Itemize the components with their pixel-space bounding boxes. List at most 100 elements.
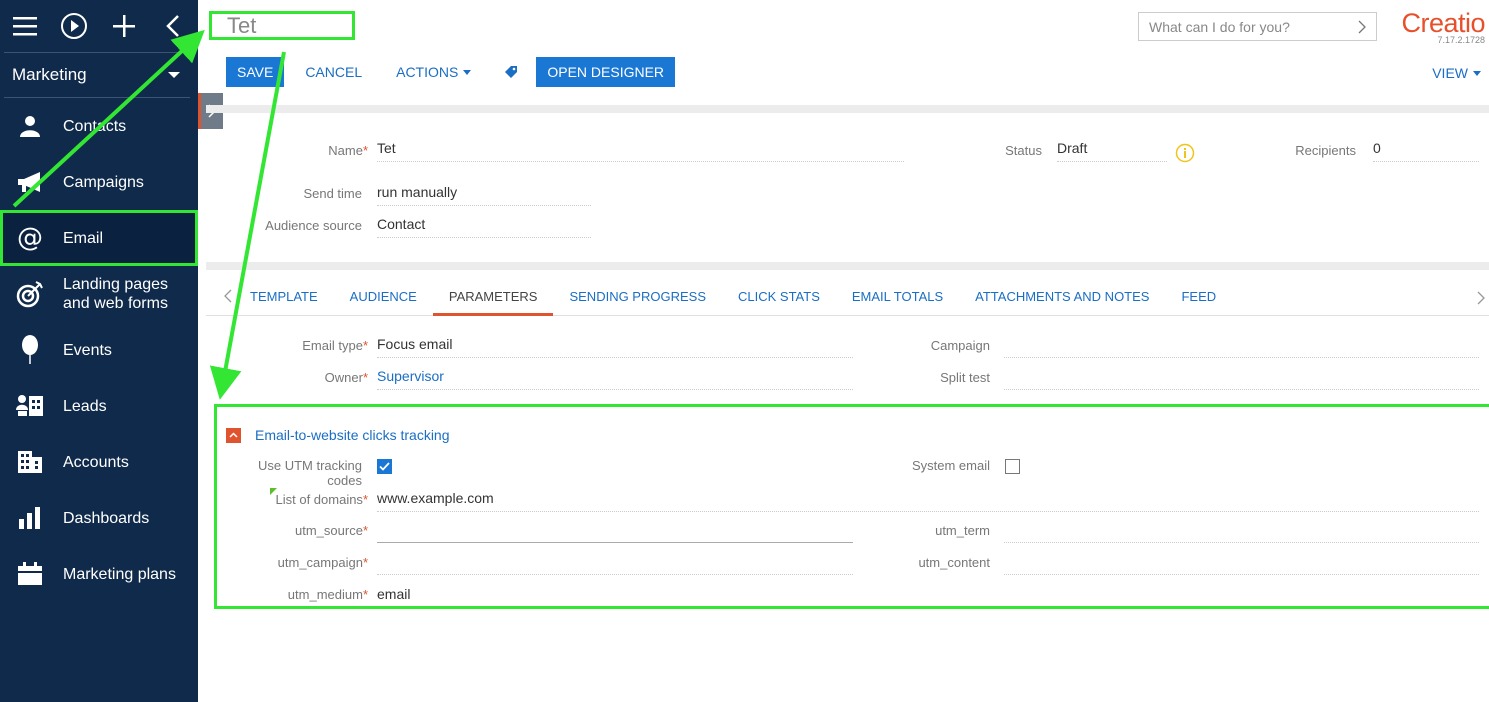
tab-audience[interactable]: AUDIENCE: [334, 282, 433, 316]
sidebar-item-label: Landing pages and web forms: [63, 276, 168, 312]
sidebar-item-landing-pages[interactable]: Landing pages and web forms: [0, 266, 198, 322]
open-designer-button[interactable]: OPEN DESIGNER: [536, 57, 676, 87]
sidebar-item-label: Marketing plans: [63, 565, 176, 583]
hamburger-menu-icon[interactable]: [0, 0, 50, 52]
at-sign-icon: @: [14, 222, 46, 254]
megaphone-icon: [14, 166, 46, 198]
info-icon[interactable]: [1175, 143, 1195, 168]
tab-email-totals[interactable]: EMAIL TOTALS: [836, 282, 959, 316]
sidebar-item-label: Accounts: [63, 453, 129, 471]
play-icon[interactable]: [50, 0, 100, 52]
name-label: Name*: [328, 143, 368, 158]
svg-text:@: @: [17, 224, 43, 252]
workspace-label: Marketing: [12, 65, 87, 84]
campaign-label: Campaign: [930, 338, 990, 353]
chevron-down-icon: [463, 69, 472, 75]
split-test-label: Split test: [940, 370, 990, 385]
utm-campaign-field[interactable]: [377, 553, 853, 575]
tabs-scroll-right-icon[interactable]: [1477, 291, 1485, 310]
sidebar-item-label: Leads: [63, 397, 107, 415]
owner-label: Owner*: [324, 370, 368, 385]
sidebar-item-campaigns[interactable]: Campaigns: [0, 154, 198, 210]
list-of-domains-field[interactable]: www.example.com: [377, 490, 1479, 512]
utm-content-field[interactable]: [1004, 553, 1479, 575]
email-type-label: Email type*: [302, 338, 368, 353]
calendar-icon: [14, 558, 46, 590]
use-utm-checkbox[interactable]: [377, 459, 392, 474]
sidebar-item-label: Email: [63, 229, 104, 247]
utm-medium-field[interactable]: email: [377, 586, 853, 608]
workspace-selector[interactable]: Marketing: [0, 53, 198, 97]
sidebar-item-label: Dashboards: [63, 509, 150, 527]
sidebar-item-accounts[interactable]: Accounts: [0, 434, 198, 490]
tab-template[interactable]: TEMPLATE: [234, 282, 334, 316]
back-chevron-icon[interactable]: [149, 0, 199, 52]
actions-button[interactable]: ACTIONS: [379, 64, 488, 80]
cancel-button[interactable]: CANCEL: [284, 64, 379, 80]
split-test-field[interactable]: [1004, 368, 1479, 390]
system-email-checkbox[interactable]: [1005, 459, 1020, 474]
tag-icon: [505, 66, 518, 78]
sidebar-item-label: Events: [63, 341, 112, 359]
chevron-down-icon: [168, 72, 180, 78]
name-field[interactable]: Tet: [377, 140, 904, 162]
tab-bar: TEMPLATE AUDIENCE PARAMETERS SENDING PRO…: [206, 282, 1489, 316]
sidebar-item-marketing-plans[interactable]: Marketing plans: [0, 546, 198, 602]
use-utm-label: Use UTM tracking codes: [257, 458, 362, 488]
utm-campaign-label: utm_campaign*: [277, 555, 368, 570]
actions-label: ACTIONS: [396, 64, 459, 80]
audience-source-label: Audience source: [265, 218, 362, 233]
sidebar-item-label: Campaigns: [63, 173, 144, 191]
tabs-scroll-left-icon[interactable]: [206, 289, 234, 308]
section-divider: [206, 105, 1489, 113]
sidebar-item-leads[interactable]: Leads: [0, 378, 198, 434]
building-icon: [14, 446, 46, 478]
checkmark-icon: [379, 462, 390, 471]
sidebar-nav: Contacts Campaigns @ Email Landing pages…: [0, 98, 198, 602]
recipients-field: 0: [1373, 140, 1479, 162]
chevron-down-icon: [1473, 70, 1481, 76]
collapse-icon[interactable]: [226, 427, 241, 443]
audience-source-field[interactable]: Contact: [377, 216, 591, 238]
sidebar-item-email[interactable]: @ Email: [0, 210, 198, 266]
tab-attachments-notes[interactable]: ATTACHMENTS AND NOTES: [959, 282, 1165, 316]
utm-term-field[interactable]: [1004, 521, 1479, 543]
recipients-label: Recipients: [1295, 143, 1356, 158]
utm-source-field[interactable]: [377, 521, 853, 543]
sidebar-item-label: Contacts: [63, 117, 127, 135]
sidebar-item-dashboards[interactable]: Dashboards: [0, 490, 198, 546]
tab-feed[interactable]: FEED: [1165, 282, 1232, 316]
email-type-field[interactable]: Focus email: [377, 336, 853, 358]
main-content: Tet What can I do for you? Creatio 7.17.…: [206, 0, 1489, 702]
utm-content-label: utm_content: [918, 555, 990, 570]
section-divider: [206, 262, 1489, 270]
view-label: VIEW: [1432, 65, 1468, 81]
command-search-input[interactable]: What can I do for you?: [1138, 12, 1377, 41]
save-button[interactable]: SAVE: [226, 57, 285, 87]
tab-click-stats[interactable]: CLICK STATS: [722, 282, 836, 316]
sidebar-item-events[interactable]: Events: [0, 322, 198, 378]
tracking-group-title: Email-to-website clicks tracking: [255, 427, 450, 443]
toolbar: SAVE CANCEL ACTIONS OPEN DESIGNER: [226, 57, 676, 87]
chevron-right-icon: [1358, 20, 1366, 33]
send-time-label: Send time: [303, 186, 362, 201]
status-field: Draft: [1057, 140, 1167, 162]
utm-medium-label: utm_medium*: [287, 587, 368, 602]
send-time-field[interactable]: run manually: [377, 184, 591, 206]
status-label: Status: [1005, 143, 1042, 158]
tracking-group-header[interactable]: Email-to-website clicks tracking: [226, 427, 450, 443]
person-icon: [14, 110, 46, 142]
bar-chart-icon: [14, 502, 46, 534]
tag-button[interactable]: [488, 65, 536, 79]
creatio-logo: Creatio 7.17.2.1728: [1390, 8, 1485, 45]
owner-field[interactable]: Supervisor: [377, 368, 853, 390]
leads-icon: [14, 390, 46, 422]
tab-sending-progress[interactable]: SENDING PROGRESS: [553, 282, 722, 316]
sidebar: Marketing Contacts Campaigns @ Email Lan…: [0, 0, 198, 702]
view-button[interactable]: VIEW: [1432, 65, 1481, 81]
tab-parameters[interactable]: PARAMETERS: [432, 282, 554, 316]
add-icon[interactable]: [99, 0, 149, 52]
target-icon: [14, 278, 46, 310]
sidebar-item-contacts[interactable]: Contacts: [0, 98, 198, 154]
campaign-field[interactable]: [1004, 336, 1479, 358]
